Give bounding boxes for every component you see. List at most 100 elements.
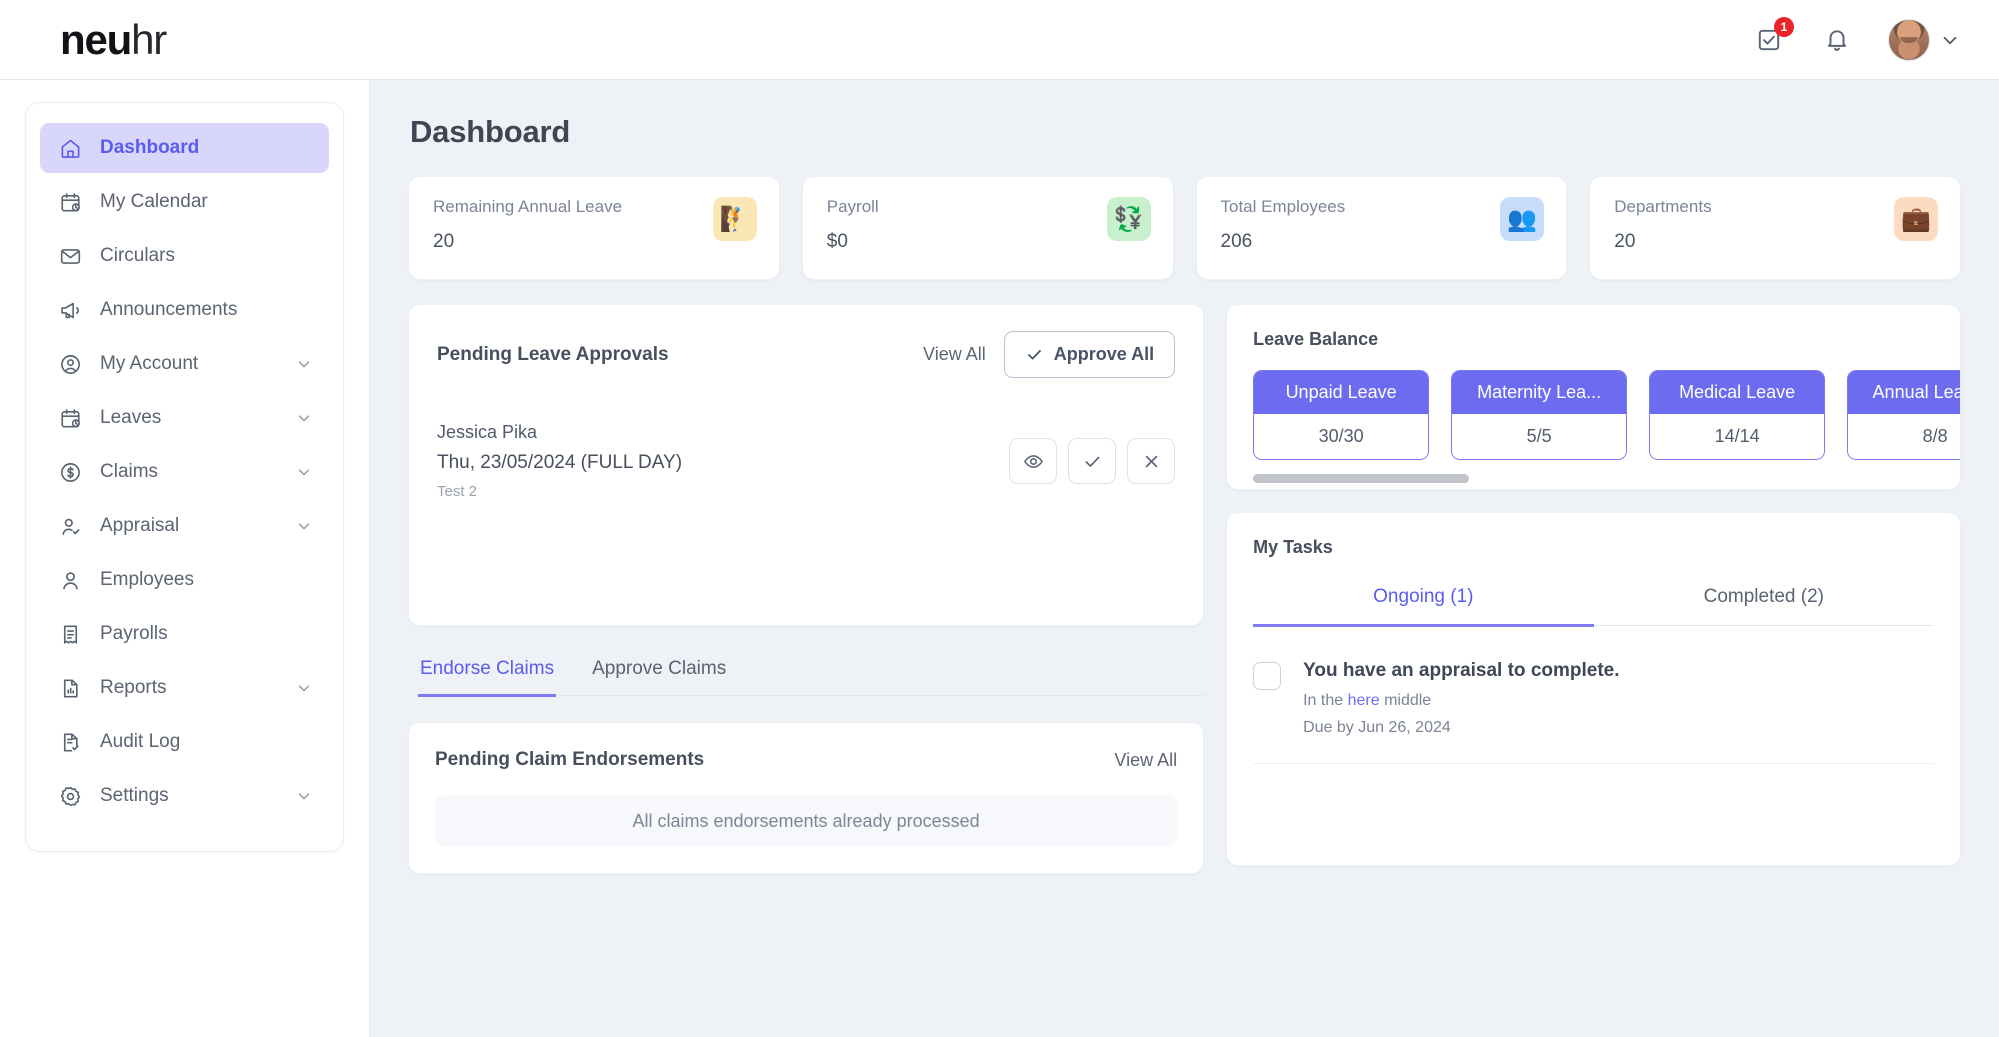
chevron-down-icon[interactable]	[295, 679, 313, 697]
tasks-button[interactable]: 1	[1752, 16, 1794, 57]
stat-card-text: Payroll $0	[827, 197, 879, 253]
reject-leave-button[interactable]	[1127, 438, 1176, 484]
pending-leave-approvals-card: Pending Leave Approvals View All Approve…	[408, 304, 1205, 626]
sidebar-item-reports[interactable]: Reports	[40, 663, 329, 713]
leave-request-note: Test 2	[437, 483, 478, 500]
stat-card-label: Total Employees	[1220, 197, 1346, 216]
claim-tabs: Endorse Claims Approve Claims	[414, 652, 1205, 697]
sidebar-item-dashboard[interactable]: Dashboard	[40, 123, 329, 173]
document-check-icon	[56, 728, 84, 756]
leave-balance-scroll-thumb[interactable]	[1253, 474, 1470, 483]
stat-card-value: $0	[826, 231, 848, 252]
approve-leave-button[interactable]	[1068, 438, 1117, 484]
sidebar-item-employees[interactable]: Employees	[40, 555, 329, 605]
leave-request-row: Jessica Pika Thu, 23/05/2024 (FULL DAY) …	[437, 422, 1176, 500]
stat-card-value: 206	[1220, 231, 1253, 252]
leave-balance-item-value: 30/30	[1254, 414, 1429, 459]
pending-leave-header: Pending Leave Approvals View All Approve…	[437, 331, 1176, 378]
gear-icon	[56, 782, 84, 810]
chevron-down-icon[interactable]	[295, 463, 313, 481]
leave-request-actions	[1009, 438, 1176, 484]
logo-light-part: hr	[131, 15, 167, 63]
my-tasks-tab-ongoing[interactable]: Ongoing (1)	[1253, 576, 1594, 627]
leave-balance-item[interactable]: Maternity Lea... 5/5	[1451, 370, 1628, 460]
claims-card-title: Pending Claim Endorsements	[435, 749, 705, 770]
approve-all-label: Approve All	[1053, 344, 1155, 364]
sidebar-item-label: Circulars	[100, 245, 175, 266]
chevron-down-icon[interactable]	[295, 517, 313, 535]
hiking-person-icon: 🧗	[712, 197, 757, 241]
notifications-button[interactable]	[1820, 23, 1854, 57]
bell-icon	[1828, 29, 1846, 51]
chevron-down-icon[interactable]	[295, 787, 313, 805]
sidebar-item-my-calendar[interactable]: My Calendar	[40, 177, 329, 227]
leave-balance-item[interactable]: Unpaid Leave 30/30	[1253, 370, 1430, 460]
sidebar-item-label: Settings	[100, 785, 169, 806]
user-circle-icon	[56, 350, 84, 378]
sidebar-item-label: My Account	[100, 353, 199, 374]
my-tasks-tabs: Ongoing (1) Completed (2)	[1253, 576, 1934, 627]
leave-balance-item-label: Medical Leave	[1650, 371, 1825, 414]
sidebar-item-label: Reports	[100, 677, 167, 698]
chevron-down-icon[interactable]	[295, 355, 313, 373]
tab-endorse-claims[interactable]: Endorse Claims	[418, 652, 557, 697]
sidebar-item-label: Appraisal	[100, 515, 180, 536]
my-tasks-tab-completed[interactable]: Completed (2)	[1594, 576, 1934, 627]
close-icon	[1145, 455, 1157, 467]
view-leave-button[interactable]	[1009, 438, 1058, 484]
claims-empty-message: All claims endorsements already processe…	[435, 795, 1178, 847]
sidebar-item-my-account[interactable]: My Account	[40, 339, 329, 389]
stat-card-total-employees[interactable]: Total Employees 206 👥	[1195, 176, 1568, 280]
task-checkbox[interactable]	[1253, 662, 1282, 690]
left-column: Pending Leave Approvals View All Approve…	[408, 304, 1205, 874]
briefcase-icon: 💼	[1894, 197, 1938, 241]
receipt-icon	[56, 620, 84, 648]
sidebar-nav: Dashboard My Calendar Circulars Announcemen…	[25, 102, 344, 852]
approve-all-button[interactable]: Approve All	[1003, 331, 1176, 378]
calendar-icon	[56, 404, 84, 432]
check-icon	[1027, 349, 1041, 360]
leave-balance-item[interactable]: Annual Leave...8/8	[1847, 370, 1961, 460]
sidebar-item-claims[interactable]: Claims	[40, 447, 329, 497]
page-body: Dashboard My Calendar Circulars Announcemen…	[0, 80, 1999, 1037]
sidebar-item-audit-log[interactable]: Audit Log	[40, 717, 329, 767]
document-chart-icon	[56, 674, 84, 702]
leave-request-details: Jessica Pika Thu, 23/05/2024 (FULL DAY) …	[437, 422, 682, 500]
claims-view-all-link[interactable]: View All	[1114, 750, 1177, 771]
stat-card-value: 20	[433, 231, 455, 252]
sidebar-item-circulars[interactable]: Circulars	[40, 231, 329, 281]
sidebar-item-leaves[interactable]: Leaves	[40, 393, 329, 443]
stat-card-departments[interactable]: Departments 20 💼	[1589, 176, 1961, 280]
stat-card-remaining-annual-leave[interactable]: Remaining Annual Leave 20 🧗	[408, 176, 780, 280]
sidebar-item-appraisal[interactable]: Appraisal	[40, 501, 329, 551]
sidebar-item-settings[interactable]: Settings	[40, 771, 329, 821]
chevron-down-icon[interactable]	[295, 409, 313, 427]
pending-claim-endorsements-card: Pending Claim Endorsements View All All …	[408, 722, 1205, 874]
pending-leave-view-all-link[interactable]: View All	[923, 344, 986, 365]
sidebar-item-payrolls[interactable]: Payrolls	[40, 609, 329, 659]
sidebar-item-announcements[interactable]: Announcements	[40, 285, 329, 335]
avatar	[1888, 18, 1930, 61]
leave-balance-card: Leave Balance Unpaid Leave 30/30 Maternity…	[1226, 304, 1961, 490]
stat-card-text: Departments 20	[1614, 197, 1711, 253]
profile-menu-button[interactable]	[1888, 18, 1961, 61]
tasks-badge-count: 1	[1774, 16, 1794, 37]
stat-card-text: Remaining Annual Leave 20	[433, 197, 622, 253]
leave-balance-items: Unpaid Leave 30/30 Maternity Lea... 5/5 Medi…	[1253, 370, 1961, 460]
my-tasks-card: My Tasks Ongoing (1) Completed (2) You ha…	[1226, 512, 1961, 866]
task-item: You have an appraisal to complete. In th…	[1253, 660, 1934, 764]
stat-card-payroll[interactable]: Payroll $0 💱	[801, 176, 1174, 280]
task-here-link[interactable]: here	[1348, 692, 1380, 709]
eye-icon	[1023, 454, 1043, 468]
tab-approve-claims[interactable]: Approve Claims	[590, 652, 728, 697]
right-column: Leave Balance Unpaid Leave 30/30 Maternity…	[1226, 304, 1961, 866]
leave-balance-item[interactable]: Medical Leave 14/14	[1649, 370, 1826, 460]
task-sub-prefix: In the	[1303, 692, 1348, 709]
stat-card-label: Departments	[1614, 197, 1712, 216]
leave-request-date: Thu, 23/05/2024 (FULL DAY)	[437, 452, 683, 473]
sidebar-item-label: My Calendar	[100, 191, 208, 212]
app-logo: neuhr	[60, 15, 167, 63]
home-icon	[56, 134, 84, 162]
sidebar-item-label: Dashboard	[100, 137, 200, 158]
leave-balance-scrollbar[interactable]	[1253, 474, 1934, 483]
